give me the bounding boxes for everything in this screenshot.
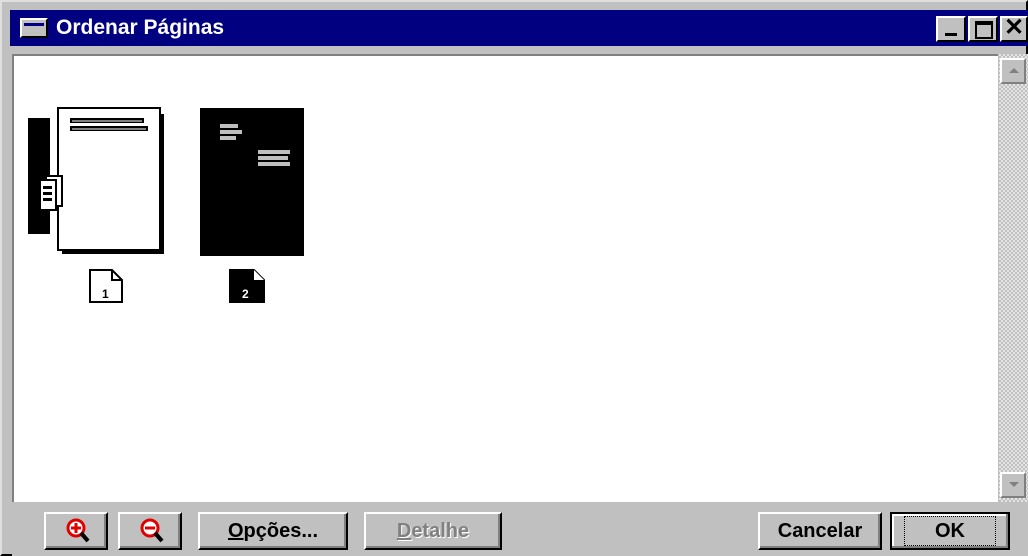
options-button[interactable]: Opções... — [198, 512, 348, 550]
detail-button-label: Detalhe — [396, 520, 470, 542]
ok-button[interactable]: OK — [890, 512, 1010, 550]
vertical-scrollbar[interactable] — [998, 54, 1028, 502]
ok-button-label: OK — [903, 516, 997, 546]
window-title: Ordenar Páginas — [56, 16, 225, 39]
minimize-button[interactable] — [936, 16, 966, 42]
ordenar-paginas-window: Ordenar Páginas ✕ 1 2 Opções... Detalhe … — [0, 0, 1028, 556]
close-button[interactable]: ✕ — [1000, 14, 1028, 42]
scroll-down-button[interactable] — [1000, 472, 1026, 498]
page-thumbnail-2[interactable]: 2 — [198, 104, 308, 303]
detail-button: Detalhe — [364, 512, 502, 550]
button-bar: Opções... Detalhe Cancelar OK — [12, 502, 1028, 556]
maximize-button[interactable] — [968, 16, 998, 42]
page-2-number-badge: 2 — [229, 269, 265, 303]
zoom-out-icon — [140, 518, 164, 543]
page-1-number: 1 — [102, 287, 109, 301]
cancel-button-label: Cancelar — [777, 520, 863, 542]
zoom-out-button[interactable] — [118, 512, 182, 550]
page-2-thumbnail-icon — [200, 108, 304, 256]
scroll-up-button[interactable] — [1000, 58, 1026, 84]
title-bar[interactable]: Ordenar Páginas ✕ — [10, 10, 1028, 46]
page-thumbnail-1[interactable]: 1 — [26, 104, 166, 309]
zoom-in-icon — [66, 518, 90, 543]
options-button-label: Opções... — [227, 520, 319, 542]
close-icon: ✕ — [1004, 14, 1025, 41]
zoom-in-button[interactable] — [44, 512, 108, 550]
system-menu-icon[interactable] — [20, 18, 48, 38]
page-2-number: 2 — [242, 287, 249, 301]
page-1-number-badge: 1 — [89, 269, 123, 303]
cancel-button[interactable]: Cancelar — [758, 512, 882, 550]
page-thumbnails-area[interactable]: 1 2 — [12, 54, 998, 502]
